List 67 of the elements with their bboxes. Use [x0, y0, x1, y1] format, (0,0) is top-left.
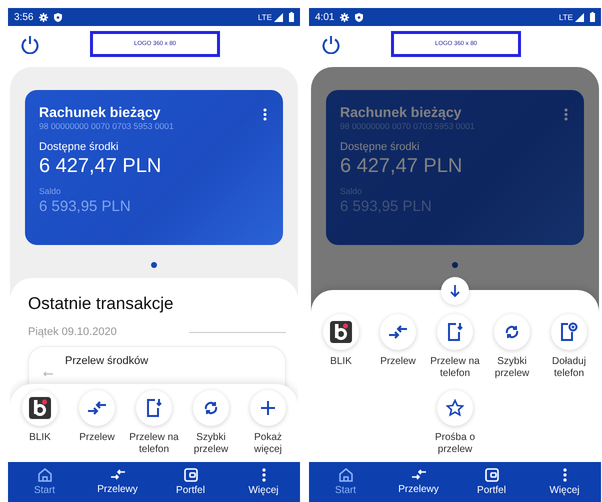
refresh-icon — [203, 400, 219, 416]
available-amount: 6 427,47 PLN — [39, 155, 162, 178]
nav-tab[interactable]: Więcej — [528, 462, 601, 502]
gear-icon — [39, 12, 48, 22]
phone-arrow-icon — [447, 322, 463, 342]
shield-icon — [355, 12, 364, 22]
plus-icon — [260, 400, 276, 416]
available-label: Dostępne środki — [39, 141, 118, 153]
page-indicator — [151, 262, 157, 268]
nav-tab[interactable]: Przelewy — [382, 462, 455, 502]
nav-tab[interactable]: Więcej — [227, 462, 300, 502]
transfer-arrows-icon — [388, 325, 408, 339]
more-icon[interactable] — [263, 108, 267, 121]
account-card[interactable]: Rachunek bieżący 98 00000000 0070 0703 5953 0001 Dostępne środki 6 427,47 PLN Saldo 6 593,95 PLN — [25, 90, 283, 245]
status-time: 3:56 — [14, 12, 34, 22]
balance-amount: 6 593,95 PLN — [39, 198, 131, 215]
quick-action-button[interactable]: Prośba o przelew — [427, 390, 483, 456]
wallet-icon — [484, 468, 498, 482]
more-icon[interactable] — [564, 108, 568, 121]
available-label: Dostępne środki — [340, 141, 420, 153]
transfer-arrows-icon — [410, 469, 426, 481]
star-icon — [446, 399, 464, 417]
quick-action-button[interactable]: Doładuj telefon — [541, 314, 597, 380]
wallet-icon — [184, 468, 198, 482]
more-icon — [262, 468, 266, 482]
account-name: Rachunek bieżący — [39, 104, 160, 120]
nav-tab[interactable]: Start — [309, 462, 382, 502]
quick-action-button[interactable]: Przelew na telefon — [427, 314, 483, 380]
account-number: 98 00000000 0070 0703 5953 0001 — [39, 121, 174, 131]
more-icon — [562, 468, 566, 482]
nav-tab[interactable]: Portfel — [154, 462, 227, 502]
balance-label: Saldo — [39, 186, 61, 196]
battery-icon — [590, 12, 595, 22]
power-icon[interactable] — [21, 34, 39, 54]
quick-action-button[interactable]: BLIK — [313, 314, 369, 368]
home-icon — [338, 468, 352, 482]
signal-icon — [274, 12, 283, 22]
home-icon — [38, 468, 52, 482]
nav-tab[interactable]: Portfel — [455, 462, 528, 502]
phone-plus-icon — [560, 322, 578, 342]
section-title: Ostatnie transakcje — [28, 294, 175, 314]
transfer-arrows-icon — [87, 401, 107, 415]
available-amount: 6 427,47 PLN — [340, 155, 462, 178]
quick-action-button[interactable]: Przelew — [370, 314, 426, 368]
network-type: LTE — [558, 12, 573, 22]
blik-logo-icon — [29, 397, 51, 419]
quick-action-button[interactable]: Szybki przelew — [484, 314, 540, 380]
gear-icon — [340, 12, 350, 22]
power-icon[interactable] — [322, 34, 340, 54]
arrow-left-icon — [43, 371, 53, 377]
blik-logo-icon — [330, 321, 352, 343]
battery-icon — [289, 12, 294, 22]
transaction-title: Przelew środków — [65, 355, 148, 369]
transaction-date: Piątek 09.10.2020 — [28, 326, 117, 338]
arrow-down-icon — [450, 285, 460, 297]
transfer-arrows-icon — [110, 469, 126, 481]
phone-arrow-icon — [146, 398, 162, 418]
shield-icon — [54, 12, 62, 22]
collapse-button[interactable] — [441, 277, 469, 305]
nav-tab[interactable]: Przelewy — [81, 462, 154, 502]
signal-icon — [575, 12, 584, 22]
account-name: Rachunek bieżący — [340, 104, 462, 120]
page-indicator — [452, 262, 458, 268]
network-type: LTE — [258, 12, 272, 22]
refresh-icon — [504, 324, 520, 340]
status-time: 4:01 — [315, 12, 334, 22]
nav-tab[interactable]: Start — [8, 462, 81, 502]
